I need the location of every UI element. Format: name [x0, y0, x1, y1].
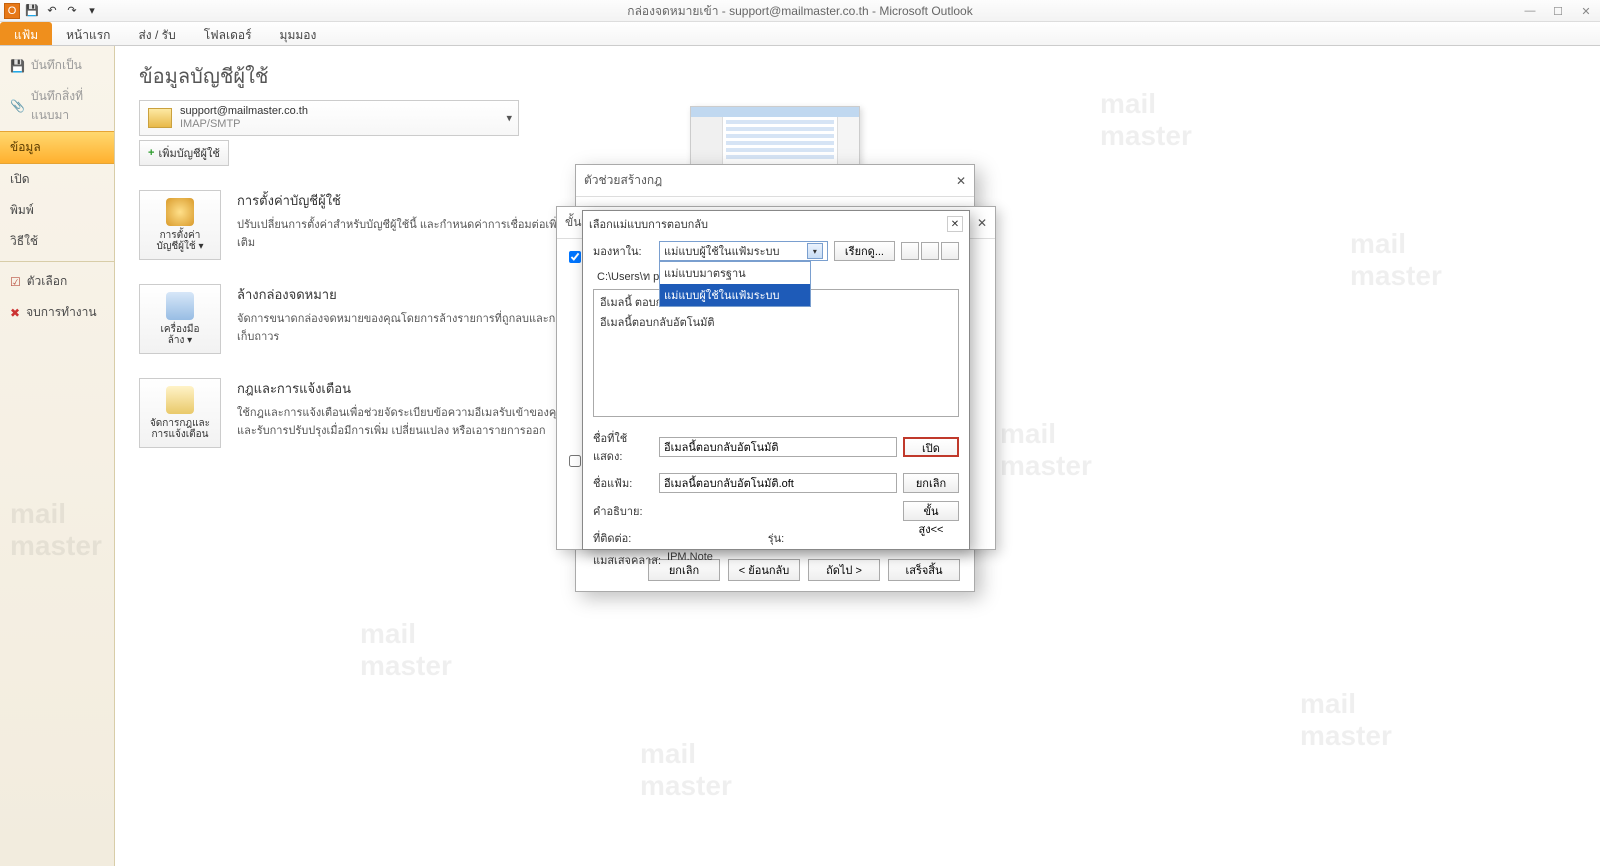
folder-icon — [148, 108, 172, 128]
chevron-down-icon: ▾ — [506, 112, 512, 125]
filedlg-title: เลือกแม่แบบการตอบกลับ — [589, 215, 708, 233]
list-item[interactable]: อีเมลนี้ตอบกลับอัตโนมัติ — [598, 312, 954, 332]
ribbon-tab-file[interactable]: แฟ้ม — [0, 22, 52, 45]
wizard-title: ตัวช่วยสร้างกฎ — [584, 171, 662, 190]
account-email: support@mailmaster.co.th — [180, 105, 308, 118]
nav-save-attachments: 📎บันทึกสิ่งที่แนบมา — [0, 81, 114, 131]
intermediate-title: ขั้น — [565, 213, 581, 232]
nav-save-as: 💾บันทึกเป็น — [0, 50, 114, 81]
plus-icon: + — [148, 147, 154, 159]
account-settings-button[interactable]: การตั้งค่า บัญชีผู้ใช้ ▾ — [139, 190, 221, 260]
look-in-dropdown: แม่แบบมาตรฐาน แม่แบบผู้ใช้ในแฟ้มระบบ — [659, 261, 811, 307]
account-proto: IMAP/SMTP — [180, 118, 308, 131]
template-chooser-dialog: เลือกแม่แบบการตอบกลับ ✕ มองหาใน: แม่แบบผ… — [582, 210, 970, 550]
display-name-input[interactable] — [659, 437, 897, 457]
open-button[interactable]: เปิด — [903, 437, 959, 457]
page-title: ข้อมูลบัญชีผู้ใช้ — [139, 60, 1576, 92]
nav-print[interactable]: พิมพ์ — [0, 195, 114, 226]
app-icon: O — [4, 3, 20, 19]
rules-alerts-button[interactable]: จัดการกฎและ การแจ้งเตือน — [139, 378, 221, 448]
desc-label: คำอธิบาย: — [593, 502, 653, 520]
nav-help[interactable]: วิธีใช้ — [0, 226, 114, 257]
card-title: การตั้งค่าบัญชีผู้ใช้ — [237, 190, 577, 211]
dropdown-item-standard[interactable]: แม่แบบมาตรฐาน — [660, 262, 810, 284]
close-button[interactable]: ✕ — [1572, 0, 1600, 22]
card-desc: จัดการขนาดกล่องจดหมายของคุณโดยการล้างราย… — [237, 309, 577, 345]
quick-access-toolbar: O 💾 ↶ ↷ ▾ — [0, 0, 1600, 22]
gear-users-icon — [166, 198, 194, 226]
template-list[interactable]: อีเมลนี้ ตอบกลับอัตโนมัติ อีเมลนี้ตอบกลั… — [593, 289, 959, 417]
card-title: ล้างกล่องจดหมาย — [237, 284, 577, 305]
add-account-button[interactable]: + เพิ่มบัญชีผู้ใช้ — [139, 140, 229, 166]
window-controls: — ☐ ✕ — [1516, 0, 1600, 22]
card-desc: ปรับเปลี่ยนการตั้งค่าสำหรับบัญชีผู้ใช้นี… — [237, 215, 577, 251]
ribbon-tab-view[interactable]: มุมมอง — [266, 22, 331, 45]
filename-label: ชื่อแฟ้ม: — [593, 474, 653, 492]
filedlg-close-button[interactable]: ✕ — [947, 216, 963, 232]
nav-info[interactable]: ข้อมูล — [0, 131, 114, 164]
maximize-button[interactable]: ☐ — [1544, 0, 1572, 22]
nav-options[interactable]: ☑ตัวเลือก — [0, 266, 114, 297]
card-title: กฎและการแจ้งเตือน — [237, 378, 577, 399]
broom-icon — [166, 292, 194, 320]
dropdown-item-user-templates[interactable]: แม่แบบผู้ใช้ในแฟ้มระบบ — [660, 284, 810, 306]
filename-input[interactable] — [659, 473, 897, 493]
qat-dropdown-icon[interactable]: ▾ — [84, 3, 100, 19]
nav-exit[interactable]: ✖จบการทำงาน — [0, 297, 114, 328]
chevron-down-icon: ▾ — [807, 243, 823, 259]
display-name-label: ชื่อที่ใช้แสดง: — [593, 429, 653, 465]
account-selector[interactable]: support@mailmaster.co.th IMAP/SMTP ▾ — [139, 100, 519, 136]
ribbon-tabs: แฟ้ม หน้าแรก ส่ง / รับ โฟลเดอร์ มุมมอง — [0, 22, 1600, 46]
redo-icon[interactable]: ↷ — [64, 3, 80, 19]
view-large-icon[interactable] — [901, 242, 919, 260]
envelope-rules-icon — [166, 386, 194, 414]
intermediate-close-icon[interactable]: ✕ — [977, 216, 987, 230]
browse-button[interactable]: เรียกดู... — [834, 241, 895, 261]
ribbon-tab-folder[interactable]: โฟลเดอร์ — [190, 22, 266, 45]
look-in-combo[interactable]: แม่แบบผู้ใช้ในแฟ้มระบบ ▾ แม่แบบมาตรฐาน แ… — [659, 241, 828, 261]
save-icon[interactable]: 💾 — [24, 3, 40, 19]
look-in-value: แม่แบบผู้ใช้ในแฟ้มระบบ — [664, 242, 779, 260]
minimize-button[interactable]: — — [1516, 0, 1544, 22]
view-list-icon[interactable] — [921, 242, 939, 260]
look-in-label: มองหาใน: — [593, 242, 653, 260]
cleanup-tools-button[interactable]: เครื่องมือ ล้าง ▾ — [139, 284, 221, 354]
advanced-button[interactable]: ขั้นสูง<< — [903, 501, 959, 521]
card-desc: ใช้กฎและการแจ้งเตือนเพื่อช่วยจัดระเบียบข… — [237, 403, 577, 439]
view-mode-icons — [901, 242, 959, 260]
ribbon-tab-home[interactable]: หน้าแรก — [52, 22, 124, 45]
ribbon-tab-sendreceive[interactable]: ส่ง / รับ — [124, 22, 189, 45]
view-details-icon[interactable] — [941, 242, 959, 260]
filedlg-details: ที่ติดต่อ: รุ่น: แมสเสจคลาส:IPM.Note — [583, 525, 969, 573]
wizard-close-icon[interactable]: ✕ — [956, 174, 966, 188]
undo-icon[interactable]: ↶ — [44, 3, 60, 19]
backstage-nav: 💾บันทึกเป็น 📎บันทึกสิ่งที่แนบมา ข้อมูล เ… — [0, 46, 115, 866]
cancel-button[interactable]: ยกเลิก — [903, 473, 959, 493]
nav-open[interactable]: เปิด — [0, 164, 114, 195]
